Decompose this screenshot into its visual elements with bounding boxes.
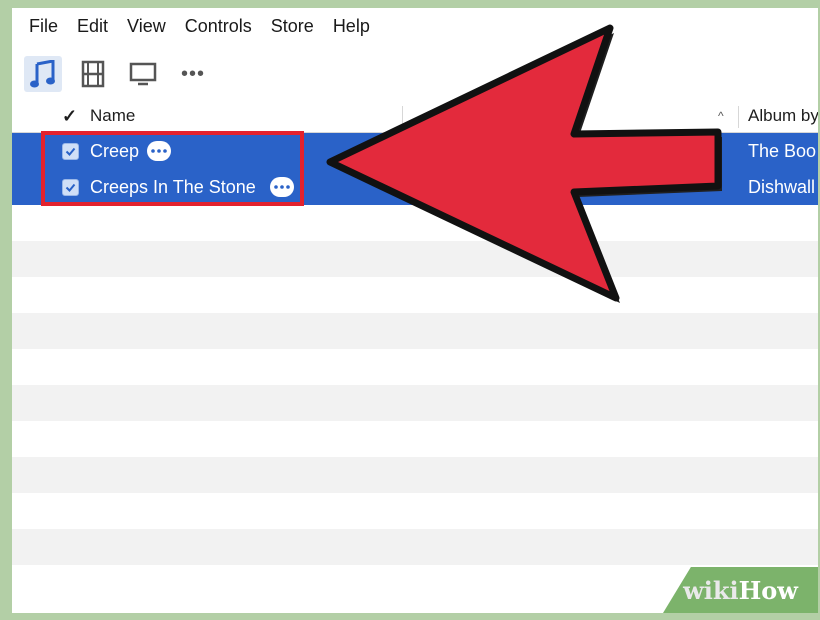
menu-view[interactable]: View (127, 16, 166, 37)
album-cell: Dishwall (748, 176, 816, 197)
empty-row (12, 493, 818, 529)
movies-button[interactable] (74, 56, 112, 92)
movie-film-icon (81, 60, 105, 88)
empty-row (12, 457, 818, 493)
media-toolbar: ••• (12, 48, 818, 100)
music-note-icon (30, 60, 55, 88)
sort-indicator: ^ (718, 109, 724, 123)
watermark-how: How (738, 575, 798, 605)
itunes-window: File Edit View Controls Store Help ••• ✓… (12, 8, 818, 613)
menu-bar: File Edit View Controls Store Help (12, 8, 818, 45)
table-header: ✓ Name ^ Album by (12, 100, 818, 133)
empty-row (12, 277, 818, 313)
empty-row (12, 241, 818, 277)
annotation-highlight-box (41, 131, 304, 206)
tv-icon (129, 62, 157, 86)
music-button[interactable] (24, 56, 62, 92)
menu-help[interactable]: Help (333, 16, 370, 37)
empty-row (12, 313, 818, 349)
album-column-header[interactable]: Album by (748, 100, 818, 132)
menu-controls[interactable]: Controls (185, 16, 252, 37)
empty-row (12, 205, 818, 241)
more-media-button[interactable]: ••• (174, 56, 212, 92)
more-dots-icon: ••• (180, 62, 205, 85)
menu-store[interactable]: Store (271, 16, 314, 37)
tv-button[interactable] (124, 56, 162, 92)
empty-row (12, 421, 818, 457)
watermark-wiki: wiki (683, 575, 739, 605)
empty-row (12, 385, 818, 421)
checkbox-column-header[interactable]: ✓ (62, 100, 77, 132)
column-divider[interactable] (402, 106, 403, 128)
column-divider[interactable] (738, 106, 739, 128)
album-cell: The Boo (748, 140, 817, 161)
menu-file[interactable]: File (29, 16, 58, 37)
menu-edit[interactable]: Edit (77, 16, 108, 37)
name-column-header[interactable]: Name (90, 100, 135, 132)
empty-row (12, 529, 818, 565)
empty-row (12, 349, 818, 385)
